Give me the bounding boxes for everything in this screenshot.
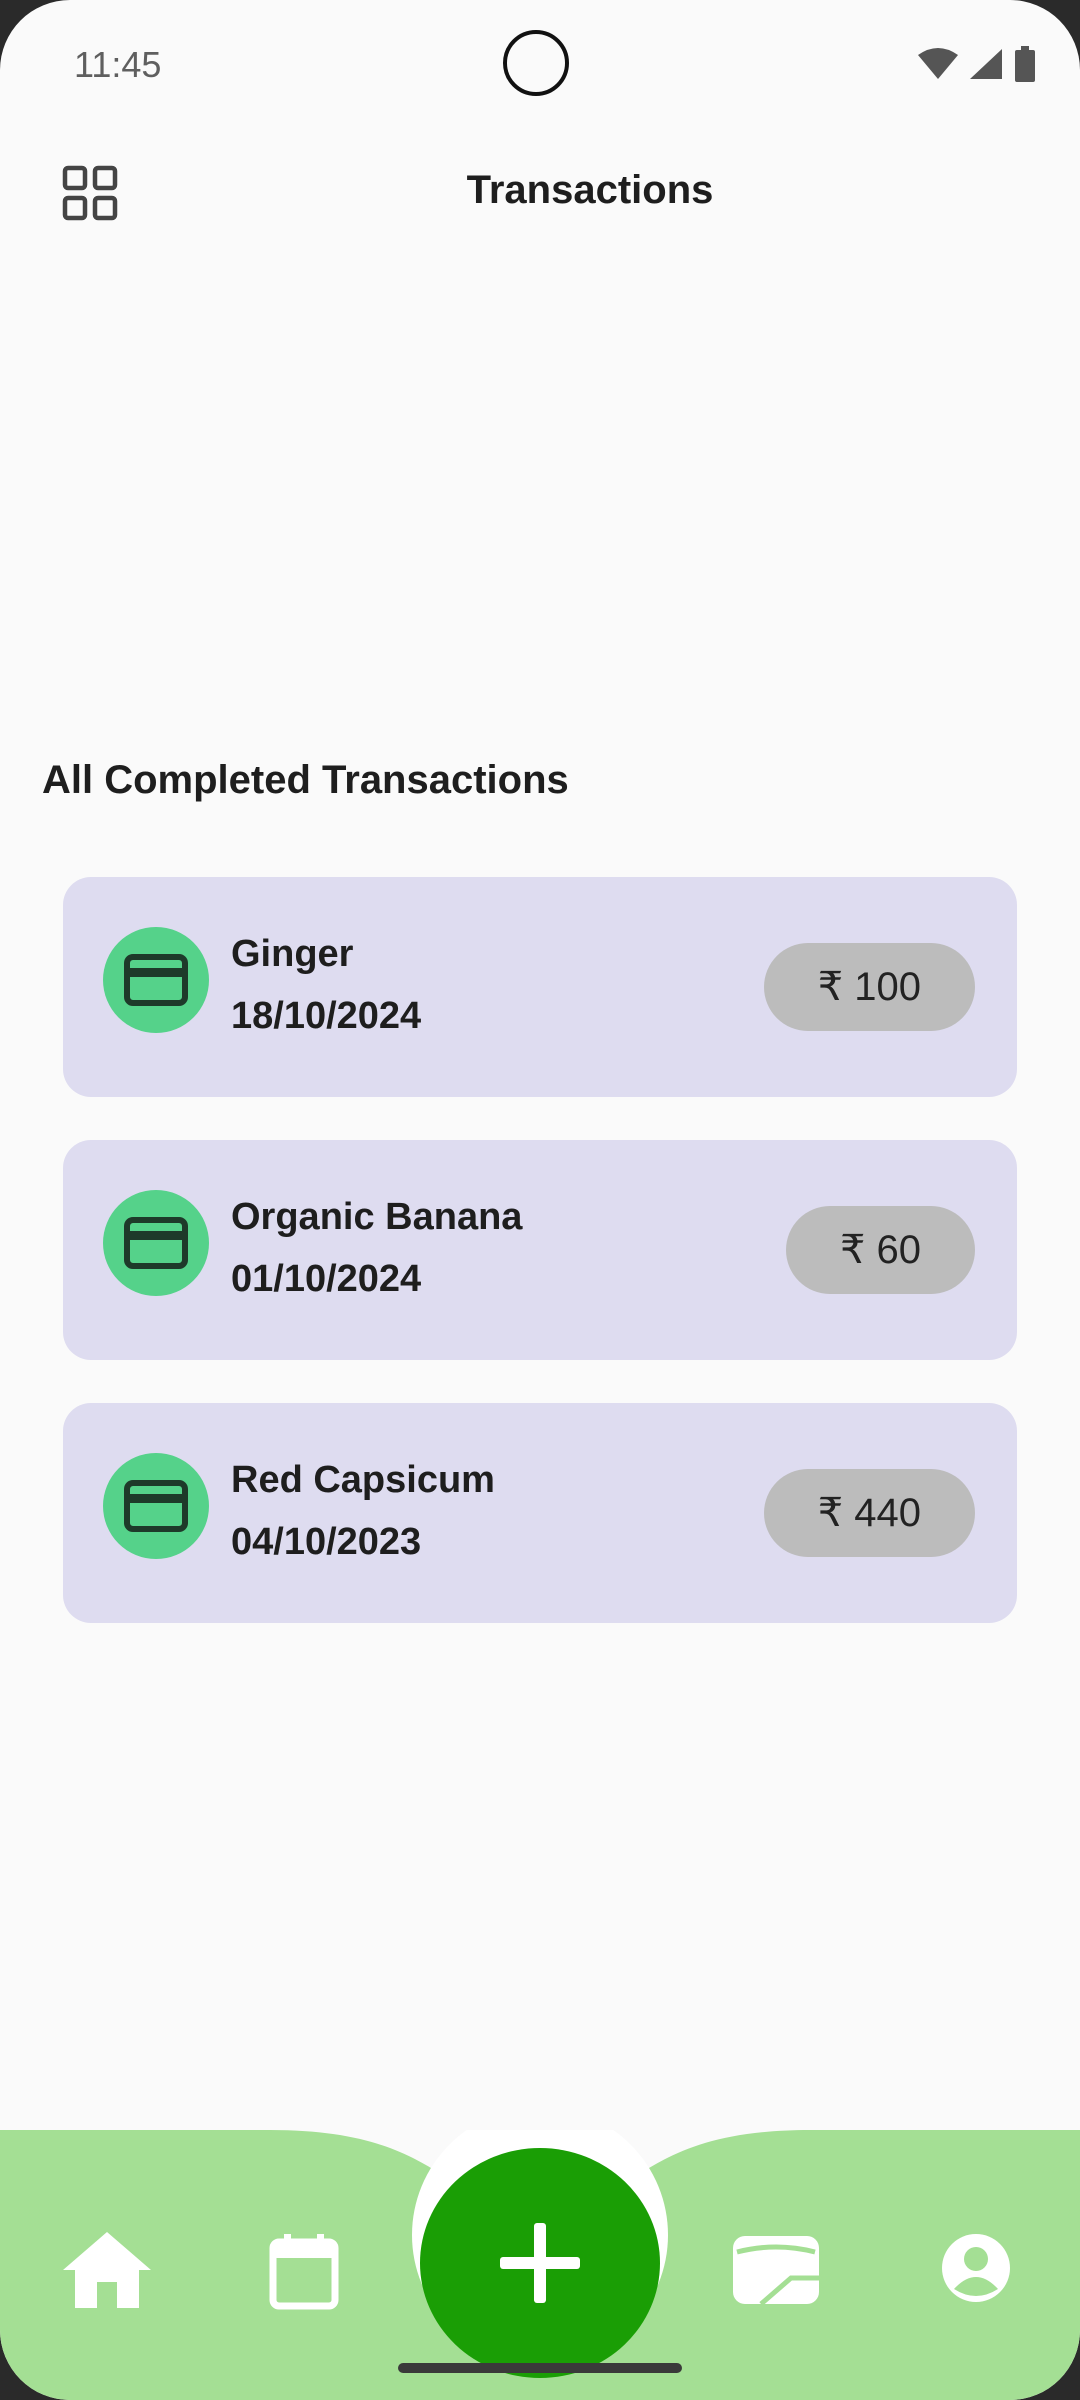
transaction-card[interactable]: Ginger 18/10/2024 ₹ 100	[63, 877, 1017, 1097]
profile-icon	[942, 2234, 1010, 2302]
nav-wallet[interactable]	[730, 2228, 822, 2308]
transaction-name: Ginger	[231, 933, 354, 975]
transaction-card[interactable]: Organic Banana 01/10/2024 ₹ 60	[63, 1140, 1017, 1360]
credit-card-icon	[124, 1480, 188, 1532]
card-icon-circle	[103, 927, 209, 1033]
wifi-icon	[918, 48, 958, 79]
home-icon	[63, 2232, 151, 2308]
battery-icon	[1015, 46, 1035, 82]
transactions-screen: 11:45 Transactions All Completed Transac…	[0, 0, 1080, 2400]
transaction-card[interactable]: Red Capsicum 04/10/2023 ₹ 440	[63, 1403, 1017, 1623]
add-transaction-button[interactable]	[420, 2148, 660, 2378]
add-icon	[500, 2223, 580, 2303]
transaction-date: 04/10/2023	[231, 1521, 422, 1563]
credit-card-icon	[124, 954, 188, 1006]
signal-icon	[970, 49, 1002, 79]
amount-badge: ₹ 60	[785, 1206, 975, 1294]
camera-cutout	[503, 30, 569, 96]
status-icons	[918, 46, 1036, 82]
transaction-name: Organic Banana	[231, 1196, 523, 1238]
section-title: All Completed Transactions	[42, 758, 569, 802]
status-time: 11:45	[74, 44, 162, 85]
home-indicator	[398, 2363, 682, 2373]
card-icon-circle	[103, 1453, 209, 1559]
transaction-name: Red Capsicum	[231, 1459, 495, 1501]
calendar-icon	[269, 2234, 339, 2310]
credit-card-icon	[124, 1217, 188, 1269]
transaction-date: 18/10/2024	[231, 995, 422, 1037]
transaction-date: 01/10/2024	[231, 1258, 422, 1300]
nav-home[interactable]	[58, 2228, 156, 2312]
amount-badge: ₹ 440	[763, 1469, 975, 1557]
wallet-icon	[733, 2236, 819, 2306]
page-title: Transactions	[466, 168, 714, 212]
nav-profile[interactable]	[940, 2232, 1012, 2304]
nav-calendar[interactable]	[268, 2232, 340, 2312]
card-icon-circle	[103, 1190, 209, 1296]
amount-badge: ₹ 100	[763, 943, 975, 1031]
